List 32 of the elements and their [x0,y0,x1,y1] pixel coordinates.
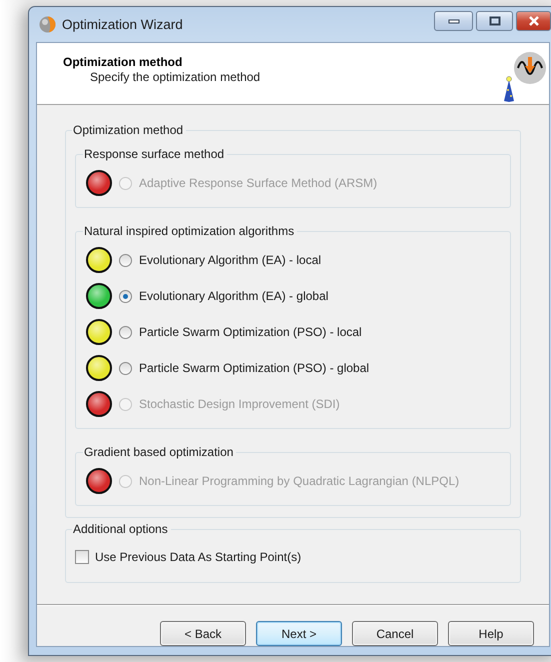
group-label: Response surface method [83,147,226,161]
option-label: Non-Linear Programming by Quadratic Lagrangian (NLPQL) [139,474,460,488]
group-label: Gradient based optimization [83,445,234,459]
radio-button[interactable] [119,290,132,302]
checkbox[interactable] [75,550,89,564]
radio-button[interactable] [119,326,132,338]
option-label: Stochastic Design Improvement (SDI) [139,397,340,411]
option-label: Evolutionary Algorithm (EA) - local [139,253,322,267]
radio-button[interactable] [119,254,132,266]
page-subtitle: Specify the optimization method [90,70,262,84]
close-button[interactable] [516,11,551,31]
maximize-button[interactable] [476,11,513,31]
app-icon [39,16,56,33]
maximize-icon [488,16,500,26]
window-title: Optimization Wizard [62,17,184,32]
close-icon [528,16,540,26]
group-label: Natural inspired optimization algorithms [83,224,296,238]
group-label: Additional options [72,522,169,536]
page-title: Optimization method [63,55,184,69]
minimize-icon [448,18,460,24]
option-label: Particle Swarm Optimization (PSO) - local [139,325,362,339]
dialog-button[interactable]: < Back [160,621,246,646]
minimize-button[interactable] [434,11,473,31]
option-label: Particle Swarm Optimization (PSO) - global [139,361,370,375]
group-label: Optimization method [72,123,184,137]
dialog-button[interactable]: Help [448,621,534,646]
checkbox-label: Use Previous Data As Starting Point(s) [95,550,302,564]
radio-button[interactable] [119,362,132,374]
dialog-button[interactable]: Cancel [352,621,438,646]
option-label: Adaptive Response Surface Method (ARSM) [139,176,378,190]
dialog-button[interactable]: Next > [256,621,342,646]
option-label: Evolutionary Algorithm (EA) - global [139,289,328,303]
